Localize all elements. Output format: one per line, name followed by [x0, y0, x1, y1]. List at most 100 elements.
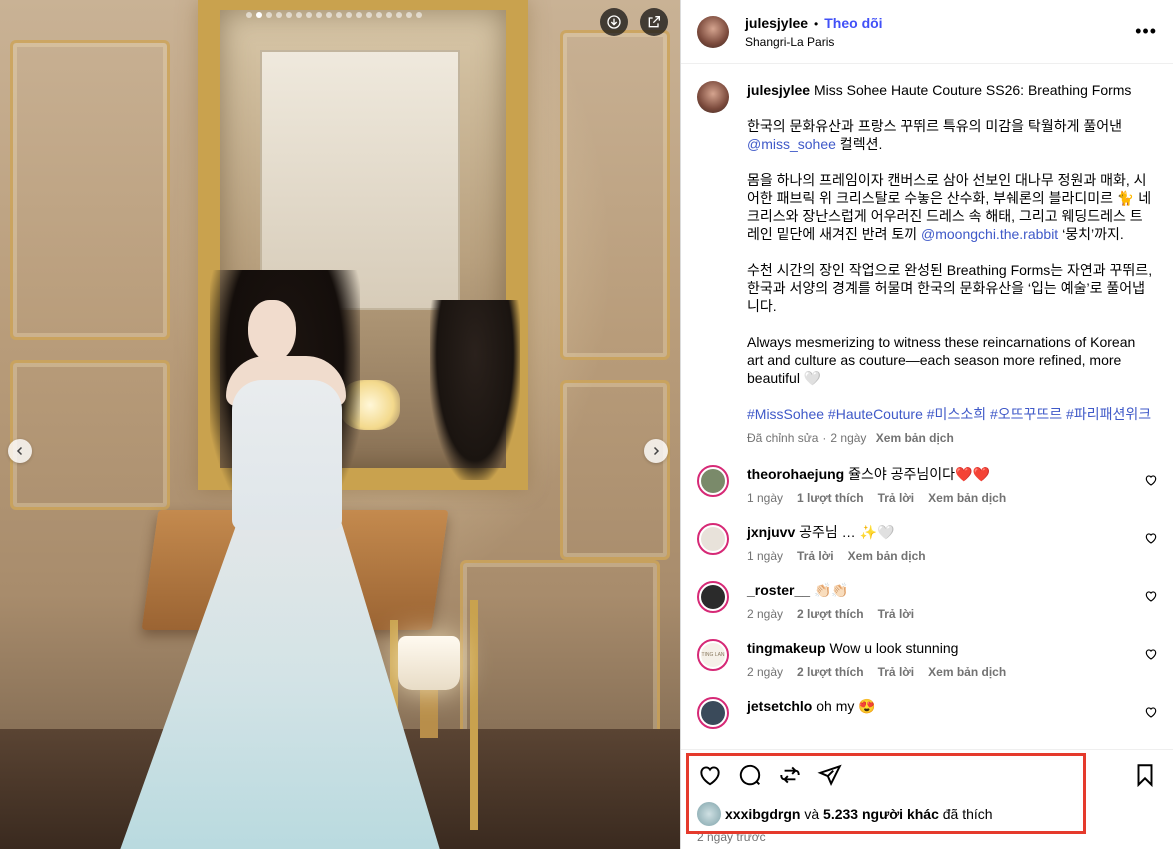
carousel-dot — [276, 12, 282, 18]
mirror-reflection-figure — [430, 300, 520, 480]
comment-body: theorohaejung 쥴스야 공주님이다❤️❤️ 1 ngày 1 lượt… — [747, 465, 1137, 505]
bookmark-icon[interactable] — [1132, 762, 1158, 788]
caption: julesjylee Miss Sohee Haute Couture SS26… — [697, 81, 1158, 447]
caption-paragraph-2: 몸을 하나의 프레임이자 캔버스로 삼아 선보인 대나무 정원과 매화, 시어한… — [747, 171, 1155, 243]
commenter-username[interactable]: jxnjuvv — [747, 524, 795, 540]
commenter-avatar[interactable]: TING LAN — [697, 639, 729, 671]
comment-text: jetsetchlo oh my 😍 — [747, 697, 1137, 715]
likes-conjunction: và — [804, 806, 820, 822]
comment-text: tingmakeup Wow u look stunning — [747, 639, 1137, 657]
comment-age: 2 ngày — [747, 607, 784, 621]
see-translation-link[interactable]: Xem bản dịch — [848, 549, 926, 563]
liker-avatar[interactable] — [697, 802, 721, 826]
comment-heart-icon[interactable] — [1144, 705, 1158, 719]
carousel-dot — [376, 12, 382, 18]
comment-content: oh my 😍 — [816, 698, 876, 714]
carousel-dot — [366, 12, 372, 18]
mention-moongchi[interactable]: @moongchi.the.rabbit — [921, 226, 1058, 242]
reply-button[interactable]: Trả lời — [878, 665, 915, 679]
carousel-dot — [406, 12, 412, 18]
comment-item: jxnjuvv 공주님 … ✨🤍 1 ngày Trả lời Xem bản dị… — [697, 523, 1158, 563]
likes-suffix: đã thích — [942, 806, 993, 822]
author-username[interactable]: julesjylee — [745, 15, 808, 31]
lamp-shade — [398, 636, 460, 690]
dress-bodice — [232, 380, 342, 530]
chevron-left-icon — [16, 446, 23, 456]
commenter-avatar-image: TING LAN — [701, 643, 725, 667]
comment-item: jetsetchlo oh my 😍 — [697, 697, 1158, 729]
comment-text: _roster__ 👏🏻👏🏻 — [747, 581, 1137, 599]
tag-download-button[interactable] — [600, 8, 628, 36]
carousel-dot — [326, 12, 332, 18]
caption-hashtags[interactable]: #MissSohee #HauteCouture #미스소희 #오뜨꾸뜨르 #파… — [747, 405, 1155, 423]
lamp-base — [420, 688, 438, 738]
see-translation-link[interactable]: Xem bản dịch — [876, 431, 954, 445]
caption-text: ‘뭉치’까지. — [1058, 226, 1124, 242]
face — [248, 300, 296, 362]
heart-icon[interactable] — [697, 762, 723, 788]
commenter-username[interactable]: tingmakeup — [747, 640, 826, 656]
share-icon[interactable] — [817, 762, 843, 788]
bullet-separator: • — [814, 16, 819, 31]
carousel-dot — [386, 12, 392, 18]
commenter-username[interactable]: _roster__ — [747, 582, 810, 598]
commenter-avatar[interactable] — [697, 581, 729, 613]
post-image[interactable] — [0, 0, 680, 849]
reply-button[interactable]: Trả lời — [878, 491, 915, 505]
comment-content: 공주님 … ✨🤍 — [799, 524, 895, 540]
mention-miss-sohee[interactable]: @miss_sohee — [747, 136, 836, 152]
comment-body: tingmakeup Wow u look stunning 2 ngày 2 l… — [747, 639, 1137, 679]
liker-username[interactable]: xxxibgdrgn — [725, 806, 800, 822]
meta-dot: · — [822, 431, 827, 445]
repost-icon[interactable] — [777, 762, 803, 788]
comment-text: theorohaejung 쥴스야 공주님이다❤️❤️ — [747, 465, 1137, 483]
commenter-avatar[interactable] — [697, 465, 729, 497]
comment-likes[interactable]: 2 lượt thích — [797, 665, 864, 679]
wall-panel — [10, 40, 170, 340]
comment-body: jxnjuvv 공주님 … ✨🤍 1 ngày Trả lời Xem bản dị… — [747, 523, 1137, 563]
comment-heart-icon[interactable] — [1144, 473, 1158, 487]
comment-content: Wow u look stunning — [829, 640, 959, 656]
comment-content: 👏🏻👏🏻 — [813, 582, 849, 598]
caption-author-avatar[interactable] — [697, 81, 729, 113]
comment-icon[interactable] — [737, 762, 763, 788]
caption-text: 한국의 문화유산과 프랑스 꾸뛰르 특유의 미감을 탁월하게 풀어낸 — [747, 118, 1122, 134]
comment-heart-icon[interactable] — [1144, 589, 1158, 603]
comment-heart-icon[interactable] — [1144, 647, 1158, 661]
open-external-button[interactable] — [640, 8, 668, 36]
see-translation-link[interactable]: Xem bản dịch — [928, 665, 1006, 679]
follow-button[interactable]: Theo dõi — [824, 15, 882, 31]
comment-body: jetsetchlo oh my 😍 — [747, 697, 1137, 729]
external-link-icon — [648, 16, 660, 28]
wall-panel — [10, 360, 170, 510]
post-header: julesjylee • Theo dõi Shangri-La Paris ••• — [681, 0, 1173, 64]
carousel-dot — [296, 12, 302, 18]
comment-meta: 1 ngày Trả lời Xem bản dịch — [747, 549, 1137, 563]
comment-likes[interactable]: 2 lượt thích — [797, 607, 864, 621]
comment-likes[interactable]: 1 lượt thích — [797, 491, 864, 505]
reply-button[interactable]: Trả lời — [797, 549, 834, 563]
author-avatar[interactable] — [697, 15, 729, 48]
reply-button[interactable]: Trả lời — [878, 607, 915, 621]
author-info: julesjylee • Theo dõi Shangri-La Paris — [745, 15, 883, 49]
action-bar — [681, 750, 1173, 788]
caption-username[interactable]: julesjylee — [747, 82, 810, 98]
commenter-avatar[interactable] — [697, 697, 729, 729]
wall-panel — [560, 380, 670, 560]
commenter-username[interactable]: jetsetchlo — [747, 698, 812, 714]
next-image-button[interactable] — [644, 439, 668, 463]
comment-heart-icon[interactable] — [1144, 531, 1158, 545]
post-location[interactable]: Shangri-La Paris — [745, 35, 883, 49]
carousel-dot — [316, 12, 322, 18]
caption-text: 컬렉션. — [835, 136, 883, 152]
comment-meta: 2 ngày 2 lượt thích Trả lời Xem bản dịch — [747, 665, 1137, 679]
more-options-icon[interactable]: ••• — [1135, 22, 1157, 40]
commenter-avatar[interactable] — [697, 523, 729, 555]
commenter-username[interactable]: theorohaejung — [747, 466, 844, 482]
previous-image-button[interactable] — [8, 439, 32, 463]
carousel-dot — [346, 12, 352, 18]
comments-scroll-area[interactable]: julesjylee Miss Sohee Haute Couture SS26… — [681, 65, 1173, 748]
see-translation-link[interactable]: Xem bản dịch — [928, 491, 1006, 505]
comment-age: 1 ngày — [747, 491, 784, 505]
likes-others-link[interactable]: 5.233 người khác — [823, 806, 939, 822]
